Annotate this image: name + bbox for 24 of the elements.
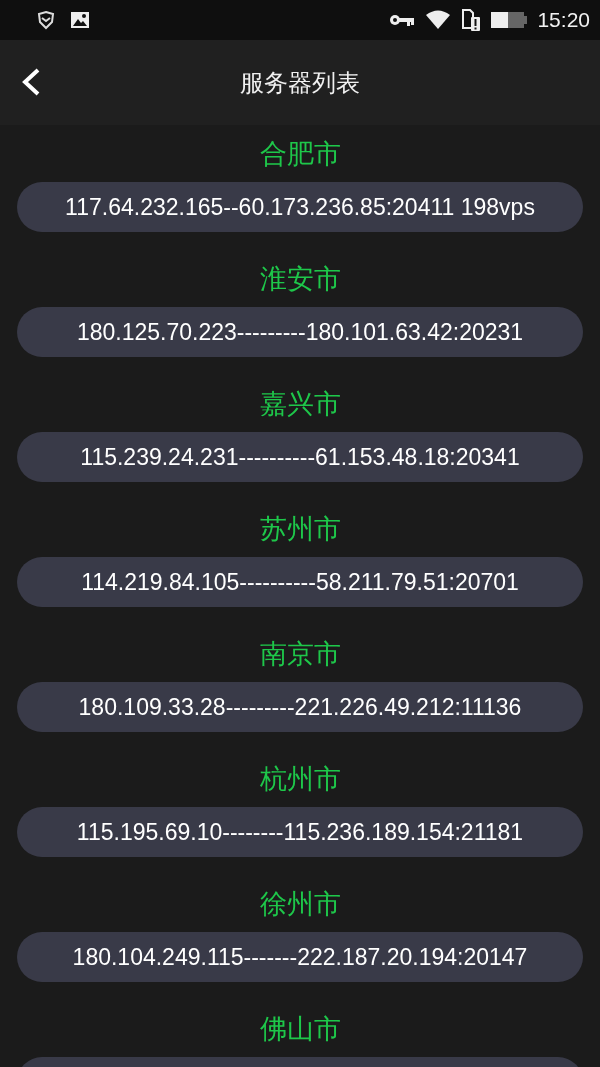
- page-title: 服务器列表: [240, 67, 360, 98]
- server-item[interactable]: 115.195.69.10--------115.236.189.154:21181: [17, 807, 583, 857]
- back-icon[interactable]: [20, 67, 42, 97]
- image-icon: [70, 10, 90, 30]
- city-name: 佛山市: [259, 1012, 341, 1046]
- server-item[interactable]: 180.104.249.115-------222.187.20.194:20147: [17, 932, 583, 982]
- key-icon: [389, 12, 416, 28]
- city-name: 徐州市: [259, 887, 341, 921]
- server-item[interactable]: 115.239.24.231----------61.153.48.18:20341: [17, 432, 583, 482]
- city-name: 苏州市: [259, 512, 341, 546]
- battery-icon: [491, 11, 528, 29]
- server-item[interactable]: 180.125.70.223---------180.101.63.42:20231: [17, 307, 583, 357]
- city-name: 淮安市: [259, 262, 341, 296]
- clock-time: 15:20: [537, 8, 590, 32]
- city-name: 南京市: [259, 637, 341, 671]
- server-item[interactable]: 117.64.232.165--60.173.236.85:20411 198vps: [17, 182, 583, 232]
- city-name: 杭州市: [259, 762, 341, 796]
- sim-alert-icon: [461, 8, 482, 32]
- server-item[interactable]: 114.219.84.105----------58.211.79.51:20701: [17, 557, 583, 607]
- city-name: 嘉兴市: [259, 387, 341, 421]
- shield-icon: [36, 10, 56, 30]
- server-item[interactable]: 180.109.33.28---------221.226.49.212:11136: [17, 682, 583, 732]
- wifi-icon: [425, 9, 452, 31]
- city-name: 合肥市: [259, 137, 341, 171]
